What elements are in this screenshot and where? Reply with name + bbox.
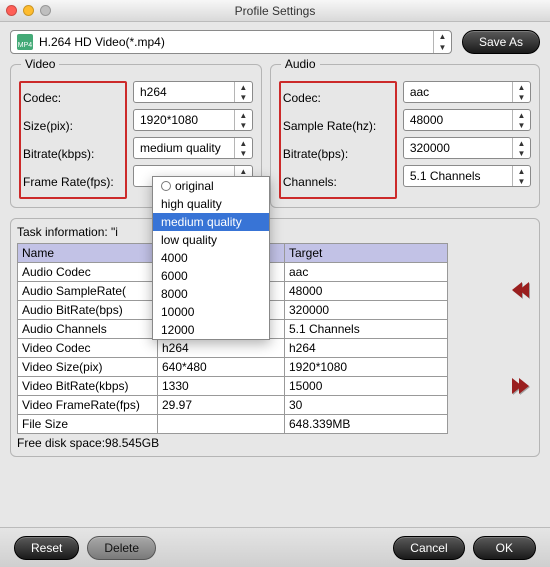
table-cell: 1330 — [158, 377, 285, 396]
ok-button[interactable]: OK — [473, 536, 536, 560]
table-cell: h264 — [285, 339, 448, 358]
audio-codec-label: Codec: — [283, 87, 389, 109]
table-cell: 48000 — [285, 282, 448, 301]
table-cell: 15000 — [285, 377, 448, 396]
video-bitrate-label: Bitrate(kbps): — [23, 143, 119, 165]
audio-labels-highlight: Codec: Sample Rate(hz): Bitrate(bps): Ch… — [279, 81, 397, 199]
bitrate-option-original[interactable]: original — [153, 177, 269, 195]
table-row[interactable]: Video Codech264h264 — [18, 339, 448, 358]
table-cell: 320000 — [285, 301, 448, 320]
stepper-icon[interactable]: ▲▼ — [234, 82, 252, 102]
window-title: Profile Settings — [0, 4, 550, 18]
video-codec-label: Codec: — [23, 87, 119, 109]
table-row[interactable]: Video FrameRate(fps)29.9730 — [18, 396, 448, 415]
minimize-window-button[interactable] — [23, 5, 34, 16]
video-bitrate-dropdown[interactable]: original high quality medium quality low… — [152, 176, 270, 340]
reset-button[interactable]: Reset — [14, 536, 79, 560]
stepper-icon[interactable]: ▲▼ — [512, 82, 530, 102]
zoom-window-button — [40, 5, 51, 16]
audio-samplerate-select[interactable]: 48000 ▲▼ — [403, 109, 531, 131]
table-cell: aac — [285, 263, 448, 282]
bitrate-option-6000[interactable]: 6000 — [153, 267, 269, 285]
bitrate-option-12000[interactable]: 12000 — [153, 321, 269, 339]
audio-samplerate-label: Sample Rate(hz): — [283, 115, 389, 137]
table-cell: Video FrameRate(fps) — [18, 396, 158, 415]
table-cell: 1920*1080 — [285, 358, 448, 377]
table-cell: File Size — [18, 415, 158, 434]
table-cell: 5.1 Channels — [285, 320, 448, 339]
profile-select[interactable]: MP4 H.264 HD Video(*.mp4) ▲▼ — [10, 30, 452, 54]
stepper-icon[interactable]: ▲▼ — [234, 110, 252, 130]
audio-group: Audio Codec: Sample Rate(hz): Bitrate(bp… — [270, 64, 540, 208]
audio-channels-select[interactable]: 5.1 Channels ▲▼ — [403, 165, 531, 187]
stepper-icon[interactable]: ▲▼ — [234, 138, 252, 158]
stepper-icon[interactable]: ▲▼ — [512, 110, 530, 130]
bitrate-option-high[interactable]: high quality — [153, 195, 269, 213]
chevron-left-icon — [519, 282, 529, 298]
table-cell: Audio Channels — [18, 320, 158, 339]
table-row[interactable]: File Size 648.339MB — [18, 415, 448, 434]
profile-stepper[interactable]: ▲▼ — [433, 31, 451, 53]
table-cell: Video Size(pix) — [18, 358, 158, 377]
table-cell: Audio Codec — [18, 263, 158, 282]
table-row[interactable]: Video Size(pix)640*4801920*1080 — [18, 358, 448, 377]
task-info-box: Task information: "i Name Target Audio C… — [10, 218, 540, 457]
audio-codec-select[interactable]: aac ▲▼ — [403, 81, 531, 103]
video-codec-select[interactable]: h264 ▲▼ — [133, 81, 253, 103]
video-labels-highlight: Codec: Size(pix): Bitrate(kbps): Frame R… — [19, 81, 127, 199]
table-cell: Audio BitRate(bps) — [18, 301, 158, 320]
table-cell — [158, 415, 285, 434]
bitrate-option-10000[interactable]: 10000 — [153, 303, 269, 321]
table-cell: Audio SampleRate( — [18, 282, 158, 301]
next-task-button[interactable] — [512, 378, 529, 394]
close-window-button[interactable] — [6, 5, 17, 16]
bitrate-option-4000[interactable]: 4000 — [153, 249, 269, 267]
stepper-icon[interactable]: ▲▼ — [512, 138, 530, 158]
bitrate-option-medium[interactable]: medium quality — [153, 213, 269, 231]
stepper-icon[interactable]: ▲▼ — [512, 166, 530, 186]
radio-icon — [161, 181, 171, 191]
video-size-label: Size(pix): — [23, 115, 119, 137]
titlebar: Profile Settings — [0, 0, 550, 22]
table-cell: Video BitRate(kbps) — [18, 377, 158, 396]
table-cell: 640*480 — [158, 358, 285, 377]
table-cell: 30 — [285, 396, 448, 415]
table-cell: 29.97 — [158, 396, 285, 415]
bitrate-option-8000[interactable]: 8000 — [153, 285, 269, 303]
table-cell: h264 — [158, 339, 285, 358]
bitrate-option-low[interactable]: low quality — [153, 231, 269, 249]
prev-task-button[interactable] — [512, 282, 529, 298]
video-group-title: Video — [21, 57, 59, 71]
col-name[interactable]: Name — [18, 244, 158, 263]
delete-button[interactable]: Delete — [87, 536, 156, 560]
bottom-bar: Reset Delete Cancel OK — [0, 527, 550, 567]
audio-bitrate-select[interactable]: 320000 ▲▼ — [403, 137, 531, 159]
task-info-title: Task information: "i — [17, 225, 533, 239]
col-target[interactable]: Target — [285, 244, 448, 263]
cancel-button[interactable]: Cancel — [393, 536, 464, 560]
table-cell: Video Codec — [18, 339, 158, 358]
audio-bitrate-label: Bitrate(bps): — [283, 143, 389, 165]
table-cell: 648.339MB — [285, 415, 448, 434]
table-row[interactable]: Video BitRate(kbps)133015000 — [18, 377, 448, 396]
audio-group-title: Audio — [281, 57, 320, 71]
video-bitrate-select[interactable]: medium quality ▲▼ — [133, 137, 253, 159]
audio-channels-label: Channels: — [283, 171, 389, 193]
mp4-icon: MP4 — [17, 34, 33, 50]
video-framerate-label: Frame Rate(fps): — [23, 171, 119, 193]
profile-select-label: H.264 HD Video(*.mp4) — [39, 35, 165, 49]
chevron-right-icon — [519, 378, 529, 394]
video-size-select[interactable]: 1920*1080 ▲▼ — [133, 109, 253, 131]
free-disk-space: Free disk space:98.545GB — [17, 436, 533, 450]
save-as-button[interactable]: Save As — [462, 30, 540, 54]
